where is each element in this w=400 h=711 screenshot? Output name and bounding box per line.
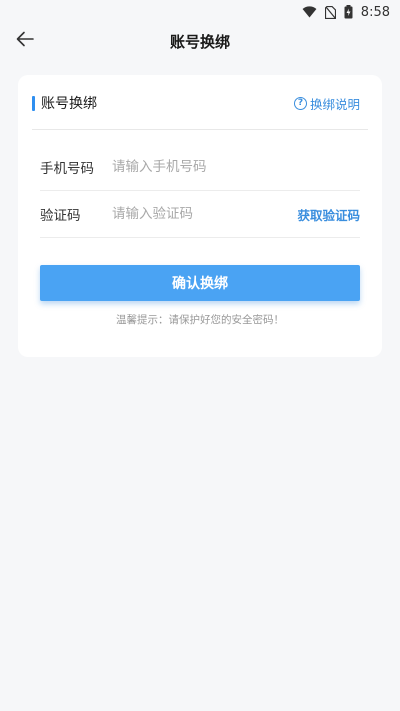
help-link-label: 换绑说明 [309,96,360,112]
code-input[interactable] [112,206,298,222]
confirm-rebind-button[interactable]: 确认换绑 [40,265,360,301]
security-tip: 温馨提示：请保护好您的安全密码！ [116,314,284,326]
status-bar: 8:58 [0,0,400,24]
code-label: 验证码 [40,208,81,224]
code-row: 验证码 获取验证码 [40,191,360,238]
rebind-help-link[interactable]: ? 换绑说明 [293,94,360,113]
accent-bar [32,95,35,111]
arrow-left-icon [16,31,34,51]
back-button[interactable] [12,28,38,54]
phone-input[interactable] [112,159,360,175]
question-circle-icon: ? [293,96,307,110]
get-code-button[interactable]: 获取验证码 [297,205,360,224]
card-header: 账号换绑 ? 换绑说明 [32,92,360,114]
no-sim-icon [324,5,336,19]
section-title: 账号换绑 [41,96,97,112]
divider [32,129,368,130]
clock-time: 8:58 [360,4,390,20]
rebind-card: 账号换绑 ? 换绑说明 手机号码 验证码 获取验证码 确认换绑 温馨提示：请保护… [18,75,382,357]
phone-row: 手机号码 [40,144,360,191]
phone-label: 手机号码 [40,161,94,177]
section-title-wrap: 账号换绑 [32,93,97,113]
nav-bar: 账号换绑 [0,24,400,58]
battery-icon [344,5,353,19]
wifi-icon [302,6,317,18]
page-title: 账号换绑 [169,32,230,51]
